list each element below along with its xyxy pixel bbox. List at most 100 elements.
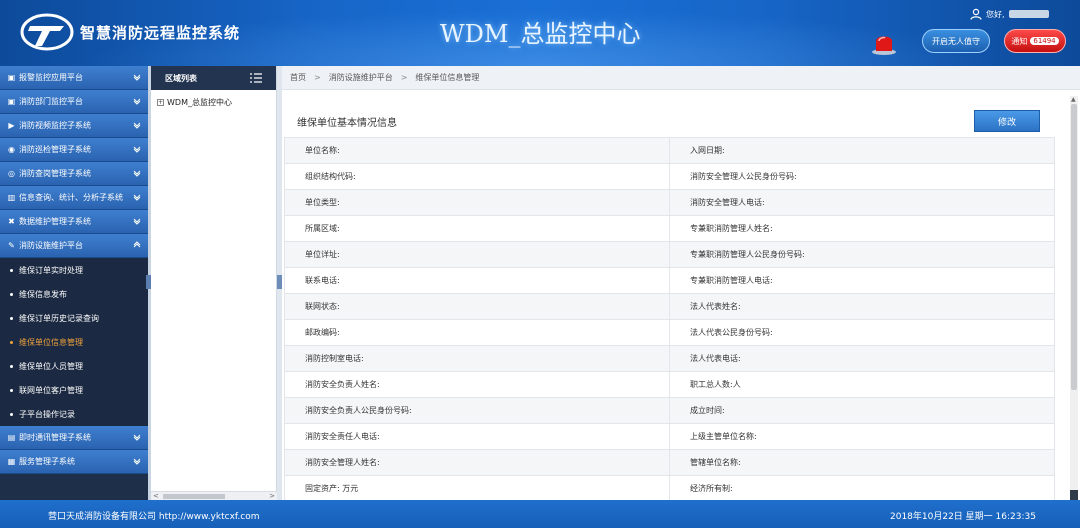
edit-icon: ✎ xyxy=(8,241,15,250)
unmanned-duty-button[interactable]: 开启无人值守 xyxy=(922,29,990,53)
breadcrumb-separator-icon: > xyxy=(400,73,408,82)
bullet-icon xyxy=(10,340,13,344)
horizontal-scrollbar[interactable]: < > xyxy=(151,491,277,500)
sub-item-label: 子平台操作记录 xyxy=(19,409,75,419)
table-row: 单位类型: 消防安全管理人电话: xyxy=(284,189,1055,216)
field-right: 职工总人数:人 xyxy=(669,371,1055,398)
sub-item-customer[interactable]: 联网单位客户管理 xyxy=(0,378,148,402)
chevron-down-icon xyxy=(133,434,141,441)
sub-item-label: 维保信息发布 xyxy=(19,289,67,299)
chevron-down-icon xyxy=(133,98,141,105)
breadcrumb-level2: 维保单位信息管理 xyxy=(415,73,480,82)
field-right: 经济所有制: xyxy=(669,475,1055,502)
sidebar-menu: ▣ 报警监控应用平台 ▣ 消防部门监控平台 ▶ 消防视频监控子系统 ◉ 消防巡检… xyxy=(0,66,148,500)
field-left: 单位详址: xyxy=(284,241,670,268)
field-right: 法人代表姓名: xyxy=(669,293,1055,320)
area-list-panel: 区域列表 + WDM_总监控中心 < > xyxy=(151,66,277,500)
field-right: 管辖单位名称: xyxy=(669,449,1055,476)
bullet-icon xyxy=(10,292,13,296)
field-right: 法人代表电话: xyxy=(669,345,1055,372)
scroll-right-icon[interactable]: > xyxy=(269,492,275,500)
scroll-left-icon[interactable]: < xyxy=(153,492,159,500)
menu-item-label: 消防查岗管理子系统 xyxy=(19,169,91,178)
sub-item-unit-info[interactable]: 维保单位信息管理 xyxy=(0,330,148,354)
bullet-icon xyxy=(10,268,13,272)
main-content: 首页 > 消防设施维护平台 > 维保单位信息管理 维保单位基本情况信息 修改 单… xyxy=(282,66,1080,520)
chevron-down-icon xyxy=(133,122,141,129)
menu-item-data-maintenance[interactable]: ✖ 数据维护管理子系统 xyxy=(0,210,148,234)
sub-item-info-publish[interactable]: 维保信息发布 xyxy=(0,282,148,306)
table-row: 消防安全管理人姓名: 管辖单位名称: xyxy=(284,449,1055,476)
field-left: 单位名称: xyxy=(284,137,670,164)
field-right: 专兼职消防管理人姓名: xyxy=(669,215,1055,242)
field-left: 消防安全管理人姓名: xyxy=(284,449,670,476)
menu-item-label: 消防部门监控平台 xyxy=(19,97,83,106)
field-left: 联网状态: xyxy=(284,293,670,320)
field-right: 专兼职消防管理人公民身份号码: xyxy=(669,241,1055,268)
sub-item-operation-log[interactable]: 子平台操作记录 xyxy=(0,402,148,426)
menu-item-service[interactable]: ▦ 服务管理子系统 xyxy=(0,450,148,474)
menu-item-fire-dept[interactable]: ▣ 消防部门监控平台 xyxy=(0,90,148,114)
table-row: 消防控制室电话: 法人代表电话: xyxy=(284,345,1055,372)
menu-item-statistics[interactable]: ▥ 信息查询、统计、分析子系统 xyxy=(0,186,148,210)
notice-count-badge: 61494 xyxy=(1030,37,1059,45)
sub-item-label: 联网单位客户管理 xyxy=(19,385,83,395)
eye-icon: ◎ xyxy=(8,169,15,178)
field-right: 专兼职消防管理人电话: xyxy=(669,267,1055,294)
chevron-down-icon xyxy=(133,170,141,177)
field-left: 消防控制室电话: xyxy=(284,345,670,372)
menu-item-im[interactable]: ▤ 即时通讯管理子系统 xyxy=(0,426,148,450)
panel-title: 维保单位基本情况信息 xyxy=(297,118,397,129)
scroll-up-icon[interactable]: ▲ xyxy=(1071,96,1076,103)
list-icon[interactable] xyxy=(250,73,262,83)
notice-button[interactable]: 通知 61494 xyxy=(1004,29,1066,53)
tree-node-label: WDM_总监控中心 xyxy=(167,98,232,107)
app-footer: 营口天成消防设备有限公司 http://www.yktcxf.com 2018年… xyxy=(0,500,1080,528)
menu-item-facility-maintenance[interactable]: ✎ 消防设施维护平台 xyxy=(0,234,148,258)
scrollbar-thumb[interactable] xyxy=(1071,104,1077,390)
menu-item-alarm-monitor[interactable]: ▣ 报警监控应用平台 xyxy=(0,66,148,90)
bullet-icon xyxy=(10,364,13,368)
app-header: 智慧消防远程监控系统 WDM_总监控中心 您好, 开启无人值守 通知 61494 xyxy=(0,0,1080,66)
chevron-down-icon xyxy=(133,146,141,153)
sub-item-order-history[interactable]: 维保订单历史记录查询 xyxy=(0,306,148,330)
menu-item-inspection[interactable]: ◉ 消防巡检管理子系统 xyxy=(0,138,148,162)
table-row: 邮政编码: 法人代表公民身份号码: xyxy=(284,319,1055,346)
field-right: 上级主管单位名称: xyxy=(669,423,1055,450)
menu-item-video[interactable]: ▶ 消防视频监控子系统 xyxy=(0,114,148,138)
user-name-redacted xyxy=(1008,10,1049,18)
greeting-text: 您好, xyxy=(986,9,1005,19)
chevron-down-icon xyxy=(133,74,141,81)
sub-item-order-realtime[interactable]: 维保订单实时处理 xyxy=(0,258,148,282)
chevron-down-icon xyxy=(133,458,141,465)
table-row: 单位名称: 入网日期: xyxy=(284,137,1055,164)
sub-item-unit-staff[interactable]: 维保单位人员管理 xyxy=(0,354,148,378)
expand-icon[interactable]: + xyxy=(157,99,164,106)
vertical-scrollbar[interactable]: ▲ xyxy=(1070,96,1078,520)
edit-button[interactable]: 修改 xyxy=(974,110,1040,132)
tree-node-root[interactable]: + WDM_总监控中心 xyxy=(151,97,276,108)
monitor-icon: ▣ xyxy=(7,97,16,106)
field-left: 消防安全责任人电话: xyxy=(284,423,670,450)
sub-item-label: 维保订单历史记录查询 xyxy=(19,313,99,323)
user-area[interactable]: 您好, xyxy=(970,8,1049,20)
scrollbar-thumb[interactable] xyxy=(163,494,225,499)
menu-item-label: 信息查询、统计、分析子系统 xyxy=(19,193,123,202)
alarm-light-icon[interactable] xyxy=(870,28,898,56)
sub-item-label: 维保订单实时处理 xyxy=(19,265,83,275)
field-left: 消防安全负责人公民身份号码: xyxy=(284,397,670,424)
breadcrumb-home[interactable]: 首页 xyxy=(290,72,306,83)
field-right: 消防安全管理人电话: xyxy=(669,189,1055,216)
menu-item-duty-check[interactable]: ◎ 消防查岗管理子系统 xyxy=(0,162,148,186)
center-title: WDM_总监控中心 xyxy=(440,20,641,48)
table-row: 消防安全负责人姓名: 职工总人数:人 xyxy=(284,371,1055,398)
monitor-icon: ▣ xyxy=(7,73,16,82)
table-row: 消防安全负责人公民身份号码: 成立时间: xyxy=(284,397,1055,424)
menu-item-label: 报警监控应用平台 xyxy=(19,73,83,82)
breadcrumb-level1[interactable]: 消防设施维护平台 xyxy=(329,72,393,83)
current-datetime: 2018年10月22日 星期一 16:23:35 xyxy=(890,512,1036,522)
field-left: 所属区域: xyxy=(284,215,670,242)
field-right: 消防安全管理人公民身份号码: xyxy=(669,163,1055,190)
field-left: 联系电话: xyxy=(284,267,670,294)
menu-item-label: 即时通讯管理子系统 xyxy=(19,433,91,442)
